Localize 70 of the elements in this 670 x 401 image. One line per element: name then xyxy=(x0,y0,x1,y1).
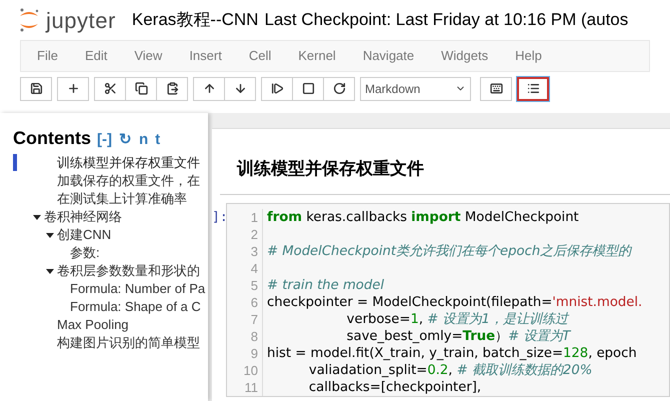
caret-icon[interactable] xyxy=(46,231,54,239)
jupyter-logo-icon xyxy=(18,7,40,33)
toc-item[interactable]: Formula: Shape of a C xyxy=(70,297,201,317)
toc-item[interactable]: 加载保存的权重文件，在 xyxy=(57,171,200,191)
code-line: checkpointer = ModelCheckpoint(filepath='mnist.model. xyxy=(267,295,642,310)
menu-item[interactable]: Widgets xyxy=(431,46,498,66)
line-number: 6 xyxy=(250,295,258,310)
code-line: # train the model xyxy=(267,278,384,293)
code-line: callbacks=[checkpointer], xyxy=(308,380,482,395)
restart-icon xyxy=(332,82,346,95)
toc-link[interactable]: [-] xyxy=(96,129,113,152)
menu-item[interactable]: Navigate xyxy=(352,46,424,66)
cut-icon xyxy=(104,82,116,95)
line-number: 8 xyxy=(250,329,258,344)
toc-item[interactable]: 参数: xyxy=(70,243,100,263)
logo-text: jupyter xyxy=(46,6,116,35)
menu-item[interactable]: Insert xyxy=(179,46,232,66)
toc-item[interactable]: 卷积神经网络 xyxy=(44,207,122,227)
arrow-up-icon xyxy=(202,82,216,95)
code-line: from keras.callbacks import ModelCheckpoint xyxy=(267,210,579,225)
current-section-marker xyxy=(13,154,17,171)
toc-link[interactable]: ↻ xyxy=(118,129,133,152)
line-number: 7 xyxy=(250,312,258,327)
arrow-down-icon xyxy=(234,82,246,95)
run-icon xyxy=(270,82,284,95)
toc-title: Contents xyxy=(13,127,91,150)
list-icon xyxy=(526,82,540,95)
toc-item[interactable]: 在测试集上计算准确率 xyxy=(57,189,187,209)
code-line: valiadation_split=0.2, # 截取训练数据的20% xyxy=(308,363,592,378)
line-number: 1 xyxy=(250,210,258,225)
code-line: # ModelCheckpoint类允许我们在每个epoch之后保存模型的 xyxy=(267,244,632,259)
section-heading: 训练模型并保存权重文件 xyxy=(237,159,424,178)
checkpoint-status: Last Checkpoint: Last Friday at 10:16 PM (autos xyxy=(264,9,628,32)
menu-item[interactable]: Kernel xyxy=(288,46,346,66)
line-number: 10 xyxy=(244,363,258,378)
input-prompt: ]: xyxy=(212,209,226,227)
toc-item[interactable]: 构建图片识别的简单模型 xyxy=(57,333,200,353)
line-number: 3 xyxy=(250,244,258,259)
toc-link[interactable]: n xyxy=(138,129,150,152)
menu-item[interactable]: Edit xyxy=(74,46,118,66)
menu-item[interactable]: View xyxy=(124,46,172,66)
toolbar-button[interactable] xyxy=(517,76,549,100)
copy-icon xyxy=(134,82,148,95)
line-number: 9 xyxy=(250,346,258,361)
line-number: 11 xyxy=(244,380,258,395)
line-number: 2 xyxy=(250,227,258,242)
code-cell[interactable] xyxy=(226,203,670,397)
line-number: 4 xyxy=(250,261,258,276)
paste-icon xyxy=(166,82,178,95)
menu-item[interactable]: File xyxy=(27,46,68,66)
stop-icon xyxy=(302,82,314,95)
menu-item[interactable]: Help xyxy=(505,46,552,66)
toc-item[interactable]: 创建CNN xyxy=(57,225,112,245)
toc-link[interactable]: t xyxy=(154,129,162,152)
code-line: hist = model.fit(X_train, y_train, batch_size=128, epoch xyxy=(267,346,637,361)
plus-icon xyxy=(66,82,80,95)
save-icon xyxy=(30,82,42,95)
toc-item[interactable]: Formula: Number of Pa xyxy=(70,279,206,299)
toc-item[interactable]: 训练模型并保存权重文件 xyxy=(57,153,200,173)
keyboard-icon xyxy=(490,82,502,95)
toc-item[interactable]: Max Pooling xyxy=(57,315,129,335)
notebook-name[interactable]: Keras教程--CNN xyxy=(132,7,258,33)
caret-icon[interactable] xyxy=(46,267,54,275)
menu-item[interactable]: Cell xyxy=(238,46,282,66)
cell-type-dropdown[interactable]: Markdown xyxy=(360,76,471,100)
toc-item[interactable]: 卷积层参数数量和形状的 xyxy=(57,261,200,281)
code-line: save_best_omly=True）# 设置为T xyxy=(346,329,570,344)
code-line: verbose=1, # 设置为1，是让训练过 xyxy=(346,312,568,327)
line-number: 5 xyxy=(250,278,258,293)
caret-icon[interactable] xyxy=(33,213,41,221)
